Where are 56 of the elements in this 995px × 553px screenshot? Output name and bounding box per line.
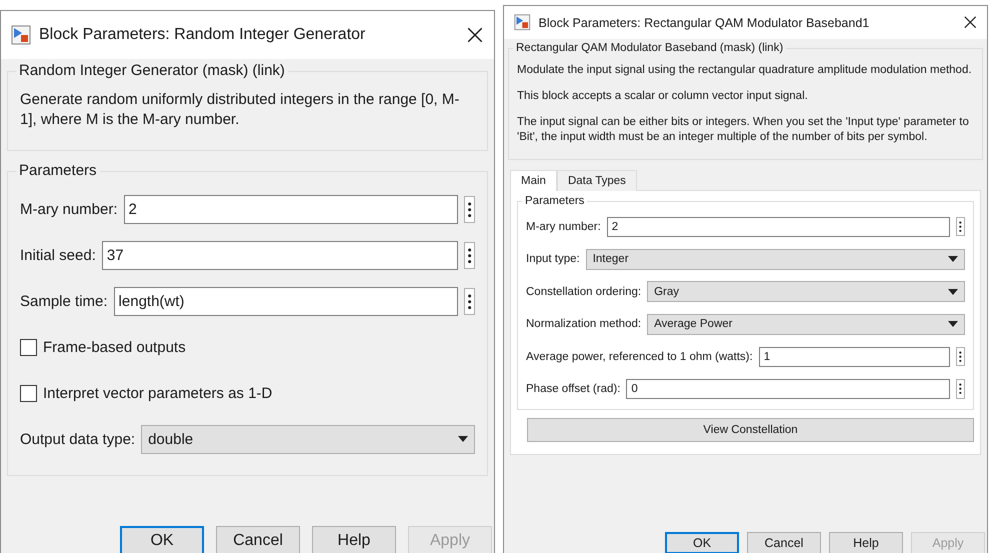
dialog-button[interactable]: OK: [665, 532, 739, 553]
view-constellation-button[interactable]: View Constellation: [527, 418, 974, 442]
field-label: M-ary number:: [526, 220, 601, 233]
field-label: Output data type:: [20, 431, 136, 448]
checkbox-label[interactable]: Frame-based outputs: [43, 339, 186, 356]
field-label: M-ary number:: [20, 201, 118, 218]
tab[interactable]: Main: [510, 170, 557, 192]
caret-icon: [948, 288, 958, 295]
description-text: The input signal can be either bits or integers. When you set the 'Input type' parameter to 'Bit', the input width must be an integer multiple of the number of bits per symbol.: [517, 114, 970, 146]
caret-icon: [948, 256, 958, 262]
more-options-icon[interactable]: [464, 288, 475, 316]
close-icon[interactable]: [466, 26, 484, 44]
field-label: Sample time:: [20, 293, 108, 310]
dropdown[interactable]: double: [141, 424, 475, 454]
description-text: Generate random uniformly distributed integers in the range [0, M-1], where M is the M-ary number.: [20, 90, 460, 130]
input-field[interactable]: length(wt): [114, 287, 458, 316]
field-label: Constellation ordering:: [526, 286, 642, 298]
input-field[interactable]: 0: [626, 379, 950, 400]
dialog-button[interactable]: Help: [829, 532, 903, 553]
tab[interactable]: Data Types: [556, 170, 637, 192]
group-title: Parameters: [522, 195, 588, 207]
input-field[interactable]: 37: [102, 241, 458, 270]
group-title: Rectangular QAM Modulator Baseband (mask) (link): [513, 42, 786, 54]
more-options-icon[interactable]: [464, 242, 475, 270]
dropdown[interactable]: Average Power: [647, 314, 965, 335]
window-title: Block Parameters: Rectangular QAM Modulator Baseband1: [538, 16, 870, 30]
dialog-button[interactable]: OK: [120, 526, 204, 553]
more-options-icon[interactable]: [956, 346, 965, 366]
dialog-button[interactable]: Help: [312, 526, 396, 553]
checkbox-label[interactable]: Interpret vector parameters as 1-D: [43, 385, 272, 402]
field-label: Phase offset (rad):: [526, 383, 620, 396]
group-title: Random Integer Generator (mask) (link): [16, 62, 288, 80]
field-label: Input type:: [526, 253, 580, 266]
more-options-icon[interactable]: [464, 196, 475, 224]
caret-icon: [948, 321, 958, 328]
input-field[interactable]: 1: [758, 346, 950, 367]
checkbox[interactable]: [20, 339, 37, 356]
description-text: This block accepts a scalar or column vector input signal.: [517, 88, 809, 104]
input-field[interactable]: 2: [124, 195, 458, 224]
description-text: Modulate the input signal using the rectangular quadrature amplitude modulation method.: [517, 62, 973, 78]
dropdown[interactable]: Integer: [586, 248, 965, 270]
block-icon: [11, 25, 31, 45]
close-icon[interactable]: [962, 15, 977, 30]
field-label: Initial seed:: [20, 247, 96, 264]
dialog-button[interactable]: Cancel: [216, 526, 300, 553]
checkbox[interactable]: [20, 385, 37, 402]
dropdown[interactable]: Gray: [647, 281, 965, 302]
input-field[interactable]: 2: [606, 216, 950, 237]
block-icon: [514, 14, 530, 31]
more-options-icon[interactable]: [956, 216, 965, 236]
more-options-icon[interactable]: [956, 379, 965, 399]
dialog-button[interactable]: Cancel: [747, 532, 821, 553]
window-title: Block Parameters: Random Integer Generator: [39, 26, 366, 44]
field-label: Average power, referenced to 1 ohm (watts):: [526, 350, 753, 363]
caret-icon: [458, 436, 468, 442]
field-label: Normalization method:: [526, 318, 642, 330]
